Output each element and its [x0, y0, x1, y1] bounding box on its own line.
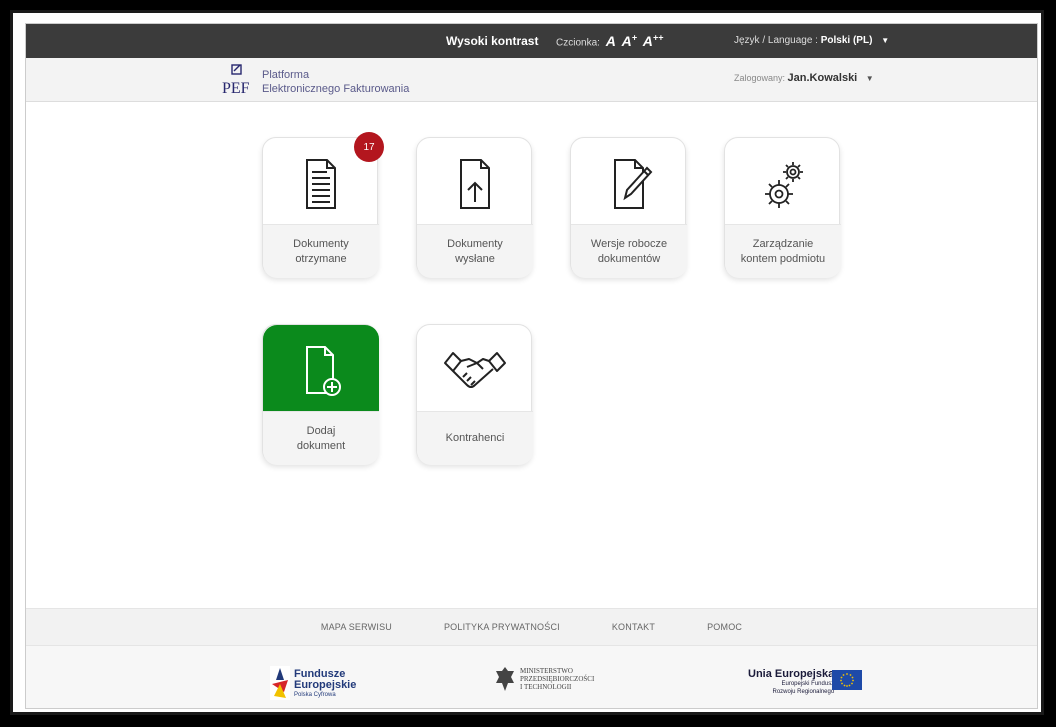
logged-in-label: Zalogowany: — [734, 73, 786, 83]
eu-fund-line1: Europejski Fundusz — [781, 681, 835, 687]
font-size-larger-sup: + — [631, 32, 637, 42]
tile-label-line2: dokumentów — [597, 252, 661, 265]
tile-label: Wersje robocze dokumentów — [571, 224, 687, 278]
footer-link-sitemap[interactable]: MAPA SERWISU — [321, 622, 392, 632]
accessibility-bar: Wysoki kontrast Czcionka: A A+ A++ Język… — [26, 24, 1037, 58]
gears-icon — [765, 162, 803, 208]
language-label: Język / Language : — [734, 35, 818, 46]
tile-icon-area — [725, 138, 841, 224]
document-icon — [306, 159, 336, 209]
funds-eu-subtitle: Polska Cyfrowa — [294, 692, 336, 698]
footer-links: MAPA SERWISU POLITYKA PRYWATNOŚCI KONTAK… — [26, 608, 1037, 646]
font-size-label: Czcionka: — [556, 37, 600, 49]
tile-label-line2: kontem podmiotu — [740, 252, 826, 265]
user-name: Jan.Kowalski — [787, 72, 858, 84]
tile-label: Kontrahenci — [417, 411, 533, 465]
tile-label-line1: Dokumenty — [293, 237, 349, 250]
tile-label-line1: Dokumenty — [447, 237, 503, 250]
ministry-name: MINISTERSTWO PRZEDSIĘBIORCZOŚCI I TECHNO… — [520, 667, 594, 691]
document-edit-icon — [614, 159, 653, 209]
screenshot-frame: Wysoki kontrast Czcionka: A A+ A++ Język… — [10, 10, 1044, 715]
ministry-line1: MINISTERSTWO — [520, 667, 573, 675]
language-selector[interactable]: Język / Language : Polski (PL) ▼ — [734, 35, 889, 46]
footer-link-help[interactable]: POMOC — [707, 622, 742, 632]
tile-icon-area — [417, 325, 533, 411]
tile-received-documents[interactable]: Dokumenty otrzymane 17 — [262, 132, 384, 278]
font-size-larger-letter: A — [621, 32, 632, 49]
funds-eu-line2: Europejskie — [294, 679, 357, 691]
tile-icon-area — [417, 138, 533, 224]
footer-link-contact[interactable]: KONTAKT — [612, 622, 655, 632]
funders-bar: Fundusze Europejskie Polska Cyfrowa MINI… — [26, 646, 1037, 708]
eu-title: Unia Europejska — [748, 668, 835, 680]
tile-label-line1: Wersje robocze — [590, 237, 668, 250]
document-add-icon — [306, 346, 341, 396]
tile-sent-documents[interactable]: Dokumenty wysłane — [416, 137, 533, 278]
chevron-down-icon: ▼ — [865, 74, 874, 83]
platform-title: Platforma Elektronicznego Fakturowania — [262, 68, 409, 96]
tile-label-line1: Kontrahenci — [445, 432, 505, 444]
document-upload-icon — [460, 159, 490, 209]
page: Wysoki kontrast Czcionka: A A+ A++ Język… — [25, 23, 1038, 709]
tile-draft-documents[interactable]: Wersje robocze dokumentów — [570, 137, 687, 278]
font-size-largest[interactable]: A++ — [642, 32, 664, 49]
font-size-largest-letter: A — [642, 32, 653, 49]
eu-fund-line2: Rozwoju Regionalnego — [772, 689, 835, 695]
tile-icon-area — [571, 138, 687, 224]
eu-logo-text: Unia Europejska Europejski Fundusz Rozwo… — [748, 668, 834, 696]
tile-icon-area — [263, 325, 379, 411]
notification-badge: 17 — [354, 132, 384, 162]
funds-eu-title: Fundusze Europejskie — [294, 669, 356, 691]
ministry-line2: PRZEDSIĘBIORCZOŚCI — [520, 675, 595, 683]
tile-label: Dokumenty wysłane — [417, 224, 533, 278]
high-contrast-toggle[interactable]: Wysoki kontrast — [446, 34, 538, 48]
tile-add-document[interactable]: Dodaj dokument — [262, 324, 379, 465]
tile-label-line2: otrzymane — [295, 252, 347, 265]
header: PEF Platforma Elektronicznego Fakturowan… — [26, 58, 1037, 102]
funds-eu-star-icon — [270, 666, 290, 700]
user-menu[interactable]: Zalogowany: Jan.Kowalski ▼ — [734, 72, 874, 84]
eu-flag-icon — [832, 670, 862, 690]
tile-label-line2: wysłane — [455, 252, 495, 265]
tile-label: Dodaj dokument — [263, 411, 379, 465]
language-value: Polski (PL) — [820, 35, 873, 46]
tile-label-line2: dokument — [296, 439, 346, 452]
tile-label-line1: Zarządzanie — [752, 237, 814, 250]
pef-logo[interactable]: PEF — [220, 64, 260, 96]
tile-contractors[interactable]: Kontrahenci — [416, 324, 533, 465]
tile-label-line1: Dodaj — [306, 424, 336, 437]
chevron-down-icon: ▼ — [881, 36, 890, 45]
polish-eagle-icon — [496, 667, 514, 691]
font-size-normal[interactable]: A — [606, 33, 616, 49]
font-size-controls: Czcionka: A A+ A++ — [556, 32, 663, 49]
tile-label: Zarządzanie kontem podmiotu — [725, 224, 841, 278]
font-size-larger[interactable]: A+ — [621, 32, 637, 49]
tile-label: Dokumenty otrzymane — [263, 224, 379, 278]
tile-account-management[interactable]: Zarządzanie kontem podmiotu — [724, 137, 841, 278]
pef-logo-text: PEF — [222, 80, 250, 96]
handshake-icon — [444, 352, 506, 388]
platform-title-line1: Platforma — [262, 69, 310, 81]
platform-title-line2: Elektronicznego Fakturowania — [262, 83, 410, 95]
font-size-largest-sup: ++ — [652, 32, 664, 42]
footer-link-privacy[interactable]: POLITYKA PRYWATNOŚCI — [444, 622, 560, 632]
ministry-line3: I TECHNOLOGII — [520, 683, 572, 691]
